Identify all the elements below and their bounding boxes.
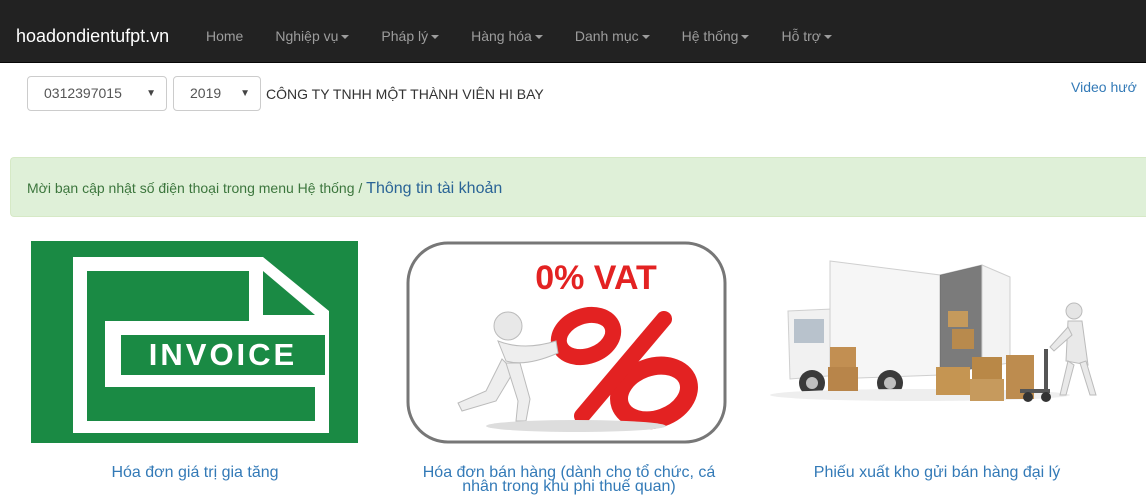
alert-text: Mời bạn cập nhật số điện thoại trong men… bbox=[27, 180, 367, 196]
account-info-link[interactable]: Thông tin tài khoản bbox=[366, 180, 502, 197]
select-arrow-icon: ▼ bbox=[146, 88, 156, 99]
nav-he-thong[interactable]: Hệ thống bbox=[666, 27, 766, 45]
vat-image[interactable]: 0% VAT bbox=[406, 241, 727, 444]
sales-invoice-link[interactable]: Hóa đơn bán hàng (dành cho tổ chức, cá n… bbox=[403, 465, 735, 495]
nav-he-thong-label: Hệ thống bbox=[681, 28, 739, 44]
nav-ho-tro[interactable]: Hỗ trợ bbox=[765, 27, 848, 45]
vat-percent-icon: 0% VAT bbox=[406, 241, 727, 444]
sales-invoice-label-line2: nhân trong khu phi thuế quan) bbox=[462, 478, 676, 495]
select-arrow-icon: ▼ bbox=[240, 88, 250, 99]
nav-nghiep-vu[interactable]: Nghiệp vụ bbox=[259, 27, 365, 45]
warehouse-export-link[interactable]: Phiếu xuất kho gửi bán hàng đại lý bbox=[792, 465, 1082, 481]
caret-down-icon bbox=[741, 35, 750, 40]
nav-hang-hoa[interactable]: Hàng hóa bbox=[455, 27, 559, 45]
nav-home-label: Home bbox=[206, 28, 244, 44]
caret-down-icon bbox=[341, 35, 350, 40]
invoice-image-text: INVOICE bbox=[149, 337, 297, 372]
invoice-document-icon: INVOICE bbox=[31, 241, 358, 443]
nav-nghiep-vu-label: Nghiệp vụ bbox=[275, 28, 339, 44]
caret-down-icon bbox=[431, 35, 440, 40]
nav-phap-ly[interactable]: Pháp lý bbox=[365, 27, 455, 45]
nav-ho-tro-label: Hỗ trợ bbox=[781, 28, 821, 44]
nav-home[interactable]: Home bbox=[206, 27, 259, 45]
alert-update-phone: Mời bạn cập nhật số điện thoại trong men… bbox=[10, 157, 1146, 217]
tax-code-value: 0312397015 bbox=[44, 85, 122, 101]
caret-down-icon bbox=[534, 35, 543, 40]
brand-link[interactable]: hoadondientufpt.vn bbox=[16, 25, 169, 47]
nav-phap-ly-label: Pháp lý bbox=[381, 28, 429, 44]
tax-code-select[interactable]: 0312397015 ▼ bbox=[27, 76, 167, 111]
nav-hang-hoa-label: Hàng hóa bbox=[471, 28, 532, 44]
caret-down-icon bbox=[824, 35, 832, 40]
truck-icon bbox=[770, 255, 1106, 445]
top-navbar: hoadondientufpt.vn Home Nghiệp vụ Pháp l… bbox=[0, 0, 1146, 63]
main-nav: Home Nghiệp vụ Pháp lý Hàng hóa Danh mục… bbox=[206, 27, 848, 45]
alert-message: Mời bạn cập nhật số điện thoại trong men… bbox=[27, 179, 502, 198]
nav-danh-muc-label: Danh mục bbox=[574, 28, 639, 44]
vat-invoice-link[interactable]: Hóa đơn giá trị gia tăng bbox=[95, 465, 295, 481]
company-name: CÔNG TY TNHH MỘT THÀNH VIÊN HI BAY bbox=[266, 86, 544, 102]
video-guide-link[interactable]: Video hướ bbox=[1071, 78, 1137, 96]
year-select[interactable]: 2019 ▼ bbox=[173, 76, 261, 111]
caret-down-icon bbox=[641, 35, 650, 40]
truck-delivery-image[interactable] bbox=[770, 255, 1106, 445]
invoice-image[interactable]: INVOICE bbox=[31, 241, 358, 443]
vat-image-text: 0% VAT bbox=[535, 259, 657, 297]
year-value: 2019 bbox=[190, 85, 222, 101]
nav-danh-muc[interactable]: Danh mục bbox=[559, 27, 666, 45]
